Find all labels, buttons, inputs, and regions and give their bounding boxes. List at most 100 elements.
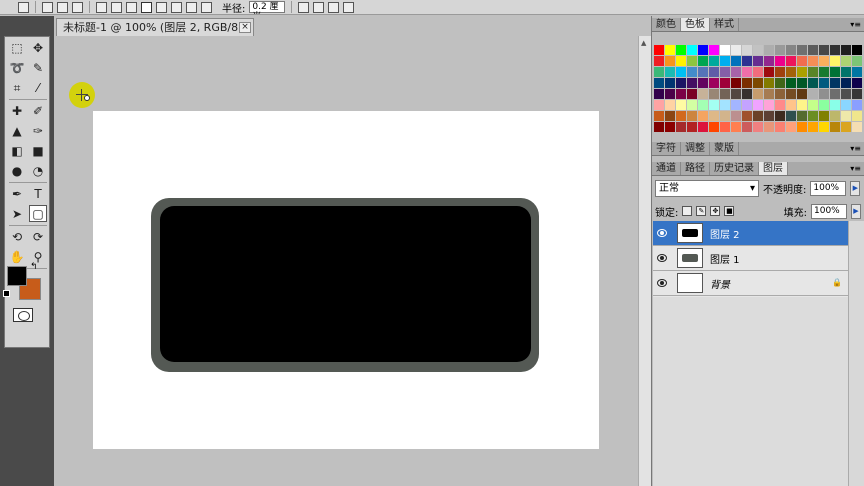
rounded-rectangle-shape-inner[interactable] [160,206,531,362]
color-swatch[interactable] [709,67,719,77]
color-swatch[interactable] [775,56,785,66]
lasso-icon[interactable]: ➰ [8,59,26,76]
color-swatch[interactable] [709,122,719,132]
color-swatch[interactable] [786,111,796,121]
tab-history[interactable]: 历史记录 [710,162,759,175]
color-swatch[interactable] [731,111,741,121]
layer-row-background[interactable]: 背景 🔒 [653,271,848,296]
tab-channels[interactable]: 通道 [652,162,681,175]
color-swatch[interactable] [720,78,730,88]
color-swatch[interactable] [742,89,752,99]
color-swatch[interactable] [742,67,752,77]
ellipse-shape-icon[interactable] [156,1,167,13]
opacity-slider-icon[interactable]: ▶ [850,180,861,196]
crop-icon[interactable]: ⌗ [8,79,26,96]
color-swatch[interactable] [654,100,664,110]
add-shape-area-icon[interactable] [298,1,310,13]
color-swatch[interactable] [720,67,730,77]
color-swatch[interactable] [753,78,763,88]
color-swatch[interactable] [808,45,818,55]
color-swatch[interactable] [764,100,774,110]
color-swatch[interactable] [819,67,829,77]
color-swatch[interactable] [698,56,708,66]
brush-icon[interactable]: ✐ [29,102,47,119]
color-swatch[interactable] [676,100,686,110]
color-swatch[interactable] [654,45,664,55]
panel-menu-icon[interactable]: ▾≡ [850,19,861,31]
eye-icon[interactable] [657,254,667,262]
color-swatch[interactable] [808,100,818,110]
lock-all-icon[interactable]: ■ [724,206,735,216]
color-swatch[interactable] [742,45,752,55]
color-swatch[interactable] [852,78,862,88]
color-swatch[interactable] [775,89,785,99]
color-swatch[interactable] [665,89,675,99]
color-swatch[interactable] [654,111,664,121]
color-swatch[interactable] [709,45,719,55]
color-swatch[interactable] [665,111,675,121]
color-swatch[interactable] [786,67,796,77]
color-swatch[interactable] [687,45,697,55]
color-swatch[interactable] [808,89,818,99]
color-swatch[interactable] [841,67,851,77]
color-swatch[interactable] [720,45,730,55]
freeform-pen-icon[interactable] [111,1,122,13]
color-swatch[interactable] [742,100,752,110]
color-swatch[interactable] [731,45,741,55]
3d-rotate-icon[interactable]: ⟲ [8,228,26,245]
color-swatch[interactable] [742,111,752,121]
panel-menu-icon[interactable]: ▾≡ [850,143,861,155]
color-swatch[interactable] [830,67,840,77]
tab-masks[interactable]: 蒙版 [710,142,739,155]
color-swatch[interactable] [742,78,752,88]
color-swatch[interactable] [852,100,862,110]
color-swatch[interactable] [797,67,807,77]
color-swatch[interactable] [841,89,851,99]
color-swatch[interactable] [731,67,741,77]
lock-transparency-icon[interactable] [682,206,693,216]
color-swatch[interactable] [753,56,763,66]
eraser-icon[interactable]: ◧ [8,142,26,159]
quick-select-icon[interactable]: ✎ [29,59,47,76]
layer-row-layer-1[interactable]: 图层 1 [653,246,848,271]
color-swatch[interactable] [676,67,686,77]
document-tab[interactable]: 未标题-1 @ 100% (图层 2, RGB/8) * × [56,18,254,36]
color-swatch[interactable] [830,89,840,99]
color-swatch[interactable] [775,78,785,88]
tab-layers[interactable]: 图层 [759,162,788,175]
color-swatch[interactable] [819,122,829,132]
color-swatch[interactable] [764,56,774,66]
color-swatch[interactable] [786,45,796,55]
paths-mode-icon[interactable] [57,1,68,13]
color-swatch[interactable] [698,122,708,132]
color-swatch[interactable] [819,56,829,66]
color-swatch[interactable] [830,100,840,110]
hand-icon[interactable]: ✋ [8,248,26,265]
color-swatch[interactable] [841,56,851,66]
color-swatch[interactable] [819,89,829,99]
color-swatch[interactable] [841,111,851,121]
color-swatch[interactable] [786,100,796,110]
dodge-icon[interactable]: ◔ [29,162,47,179]
layer-row-layer-2[interactable]: 图层 2 [653,221,848,246]
opacity-input[interactable]: 100% [810,180,847,196]
color-swatch[interactable] [841,78,851,88]
canvas-vertical-scrollbar[interactable]: ▲ [638,36,651,486]
color-swatch[interactable] [720,89,730,99]
color-swatch[interactable] [830,122,840,132]
clone-stamp-icon[interactable]: ▲ [8,122,26,139]
color-swatch[interactable] [731,78,741,88]
color-swatch[interactable] [698,45,708,55]
color-swatch[interactable] [786,78,796,88]
color-swatch[interactable] [830,56,840,66]
color-swatch[interactable] [797,89,807,99]
color-swatch[interactable] [797,78,807,88]
color-swatch[interactable] [797,111,807,121]
shape-layers-icon[interactable] [42,1,53,13]
color-swatch[interactable] [676,89,686,99]
fill-pixels-icon[interactable] [72,1,83,13]
color-swatch[interactable] [819,111,829,121]
move-icon[interactable]: ✥ [29,39,47,56]
color-swatch[interactable] [797,56,807,66]
color-swatch[interactable] [775,100,785,110]
